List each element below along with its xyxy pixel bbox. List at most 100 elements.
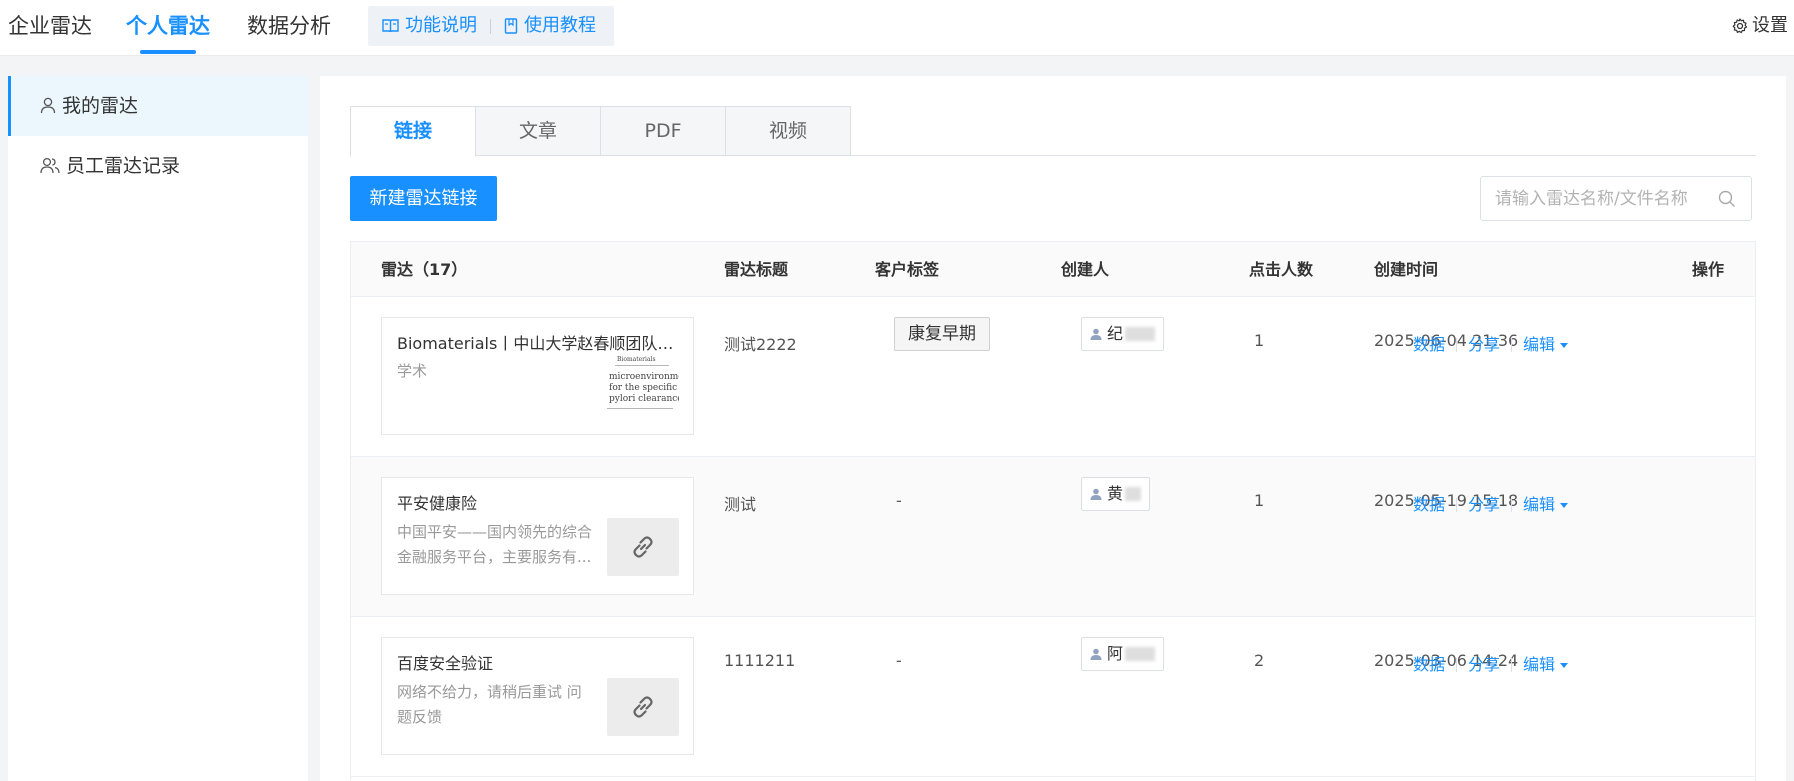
click-count: 2: [1254, 651, 1265, 670]
sidebar-item-my-radar[interactable]: 我的雷达: [8, 76, 308, 136]
column-header-customer-tag: 客户标签: [875, 260, 940, 279]
row-actions: 数据 分享 编辑: [1413, 331, 1569, 355]
radar-title: 测试: [724, 495, 757, 514]
search-icon[interactable]: [1717, 189, 1737, 209]
sidebar: 我的雷达 员工雷达记录: [8, 76, 308, 781]
link-thumbnail: [607, 678, 679, 736]
creator-name: 纪: [1107, 324, 1124, 343]
top-nav-bar: 企业雷达 个人雷达 数据分析 功能说明 使用教程 设置: [0, 0, 1794, 56]
share-action[interactable]: 分享: [1468, 495, 1500, 514]
action-divider: [1511, 498, 1513, 512]
data-action[interactable]: 数据: [1413, 655, 1445, 674]
column-header-created-time: 创建时间: [1374, 260, 1439, 279]
edit-action: 编辑: [1523, 335, 1556, 354]
sidebar-item-label: 我的雷达: [62, 95, 139, 117]
edit-dropdown[interactable]: 编辑: [1523, 495, 1569, 514]
user-icon: [40, 97, 56, 114]
data-action[interactable]: 数据: [1413, 495, 1445, 514]
column-header-actions: 操作: [1692, 260, 1725, 279]
thumbnail-text-header: Biomaterials: [617, 356, 656, 363]
action-divider: [1456, 338, 1458, 352]
settings-label: 设置: [1752, 15, 1788, 36]
column-header-clicks: 点击人数: [1249, 260, 1314, 279]
caret-down-icon: [1560, 343, 1569, 348]
share-action[interactable]: 分享: [1468, 655, 1500, 674]
card-title: 百度安全验证: [397, 654, 494, 673]
redacted-name: [1125, 327, 1156, 341]
edit-action: 编辑: [1523, 655, 1556, 674]
table-row: 平安健康险 中国平安——国内领先的综合金融服务平台，主要服务有... 测试 - …: [351, 457, 1755, 617]
creator-name: 黄: [1107, 484, 1124, 503]
document-icon: [504, 18, 518, 34]
radar-card[interactable]: 百度安全验证 网络不给力，请稍后重试 问题反馈: [381, 637, 694, 755]
link-thumbnail: [607, 518, 679, 576]
user-avatar-icon: [1090, 488, 1102, 500]
edit-dropdown[interactable]: 编辑: [1523, 655, 1569, 674]
customer-tag-empty: -: [896, 491, 902, 510]
row-actions: 数据 分享 编辑: [1413, 651, 1569, 675]
nav-tab-enterprise-radar[interactable]: 企业雷达: [8, 0, 92, 56]
column-header-radar-title: 雷达标题: [724, 260, 789, 279]
action-divider: [1456, 658, 1458, 672]
radar-title: 1111211: [724, 651, 796, 670]
settings-button[interactable]: 设置: [1732, 0, 1788, 52]
content-type-tabs: 链接 文章 PDF 视频: [350, 106, 1756, 157]
table-row: 百度安全验证 网络不给力，请稍后重试 问题反馈 1111211 - 阿 2 20…: [351, 617, 1755, 777]
help-links-divider: [490, 19, 491, 34]
table-row: Biomaterials丨中山大学赵春顺团队构... 学术 Biomateria…: [351, 297, 1755, 457]
card-description: 中国平安——国内领先的综合金融服务平台，主要服务有...: [397, 523, 593, 566]
thumbnail-text-line-3: pylori clearance: [609, 394, 679, 404]
user-avatar-icon: [1090, 328, 1102, 340]
search-box: [1480, 176, 1752, 221]
edit-dropdown[interactable]: 编辑: [1523, 335, 1569, 354]
feature-description-link[interactable]: 功能说明: [382, 6, 477, 46]
thumbnail-text-line-1: microenvironment resp: [609, 372, 679, 382]
gear-icon: [1732, 18, 1748, 34]
active-tab-indicator: [140, 50, 196, 54]
column-header-radar: 雷达（17）: [381, 260, 468, 279]
sidebar-item-label: 员工雷达记录: [66, 155, 181, 177]
search-input[interactable]: [1495, 185, 1710, 213]
data-action[interactable]: 数据: [1413, 335, 1445, 354]
action-divider: [1456, 498, 1458, 512]
action-divider: [1511, 338, 1513, 352]
creator-badge: 纪: [1081, 317, 1165, 351]
document-thumbnail: Biomaterials microenvironment resp for t…: [605, 356, 679, 416]
users-icon: [40, 157, 60, 174]
creator-name: 阿: [1107, 644, 1124, 663]
nav-tab-data-analysis[interactable]: 数据分析: [247, 0, 331, 56]
thumbnail-line: [615, 365, 669, 366]
radar-table: 雷达（17） 雷达标题 客户标签 创建人 点击人数 创建时间 操作 Biomat…: [350, 241, 1756, 781]
card-description: 网络不给力，请稍后重试 问题反馈: [397, 683, 582, 726]
user-avatar-icon: [1090, 648, 1102, 660]
sidebar-item-employee-radar-records[interactable]: 员工雷达记录: [8, 136, 308, 196]
share-action[interactable]: 分享: [1468, 335, 1500, 354]
tab-article[interactable]: 文章: [475, 106, 601, 156]
row-actions: 数据 分享 编辑: [1413, 491, 1569, 515]
nav-tab-personal-radar[interactable]: 个人雷达: [126, 0, 210, 56]
main-panel: 链接 文章 PDF 视频 新建雷达链接 雷达（17） 雷达标题 客户标签 创建人…: [320, 76, 1786, 781]
new-radar-link-button[interactable]: 新建雷达链接: [350, 176, 497, 221]
tab-pdf[interactable]: PDF: [600, 106, 726, 156]
tutorial-label: 使用教程: [524, 15, 596, 36]
creator-badge: 阿: [1081, 637, 1165, 671]
card-category: 学术: [397, 362, 428, 380]
redacted-name: [1125, 647, 1156, 661]
feature-description-label: 功能说明: [405, 15, 477, 36]
tab-video[interactable]: 视频: [725, 106, 851, 156]
radar-card[interactable]: Biomaterials丨中山大学赵春顺团队构... 学术 Biomateria…: [381, 317, 694, 435]
column-header-creator: 创建人: [1061, 260, 1110, 279]
link-icon: [633, 696, 653, 718]
thumbnail-line: [607, 408, 673, 409]
action-divider: [1511, 658, 1513, 672]
tab-link[interactable]: 链接: [350, 106, 476, 157]
redacted-name: [1125, 487, 1142, 501]
click-count: 1: [1254, 491, 1265, 510]
tutorial-link[interactable]: 使用教程: [504, 6, 596, 46]
card-title: 平安健康险: [397, 494, 478, 513]
caret-down-icon: [1560, 503, 1569, 508]
radar-card[interactable]: 平安健康险 中国平安——国内领先的综合金融服务平台，主要服务有...: [381, 477, 694, 595]
radar-title: 测试2222: [724, 335, 797, 354]
customer-tag: 康复早期: [894, 317, 990, 351]
click-count: 1: [1254, 331, 1265, 350]
